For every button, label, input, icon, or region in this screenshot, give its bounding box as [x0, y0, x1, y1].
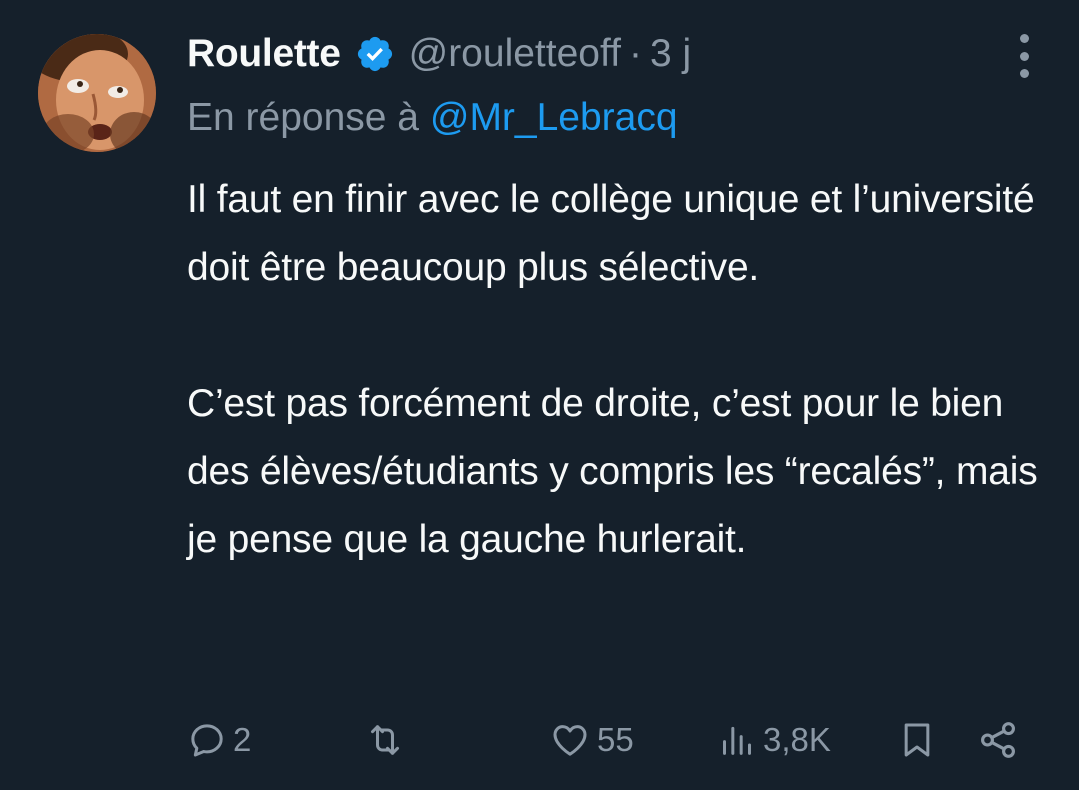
- retweet-button[interactable]: [363, 714, 413, 766]
- views-chart-icon: [723, 726, 751, 755]
- reply-count: 2: [233, 721, 252, 758]
- tweet-paragraph: C’est pas forcément de droite, c’est pou…: [187, 382, 1038, 561]
- tweet-header: Roulette @rouletteoff · 3 j: [187, 28, 691, 80]
- views-count: 3,8K: [763, 721, 831, 758]
- tweet-text: Il faut en finir avec le collège unique …: [187, 166, 1057, 574]
- tweet-paragraph: Il faut en finir avec le collège unique …: [187, 178, 1035, 289]
- verified-badge-icon: [355, 34, 395, 74]
- like-count: 55: [597, 721, 634, 758]
- tweet: Roulette @rouletteoff · 3 j En réponse à…: [0, 0, 1079, 790]
- share-icon: [981, 722, 1015, 758]
- avatar[interactable]: [38, 34, 156, 152]
- author-name[interactable]: Roulette: [187, 32, 341, 76]
- heart-icon: [553, 725, 587, 756]
- author-handle[interactable]: @rouletteoff: [409, 32, 621, 76]
- like-button[interactable]: 55: [549, 714, 634, 766]
- bookmark-icon: [904, 723, 930, 757]
- replying-mention-link[interactable]: @Mr_Lebracq: [430, 96, 678, 139]
- more-options-icon[interactable]: [1009, 34, 1039, 78]
- reply-button[interactable]: 2: [187, 714, 251, 766]
- separator-dot: ·: [628, 32, 642, 75]
- action-bar: 2 55 3,8K: [187, 714, 1037, 766]
- bookmark-button[interactable]: [897, 714, 937, 766]
- share-button[interactable]: [977, 714, 1019, 766]
- views-button[interactable]: 3,8K: [717, 714, 831, 766]
- retweet-icon: [371, 725, 399, 755]
- replying-prefix: En réponse à: [187, 96, 420, 139]
- replying-to: En réponse à @Mr_Lebracq: [187, 96, 678, 140]
- reply-icon: [191, 724, 223, 757]
- avatar-image: [38, 34, 156, 152]
- tweet-timestamp[interactable]: 3 j: [650, 32, 691, 76]
